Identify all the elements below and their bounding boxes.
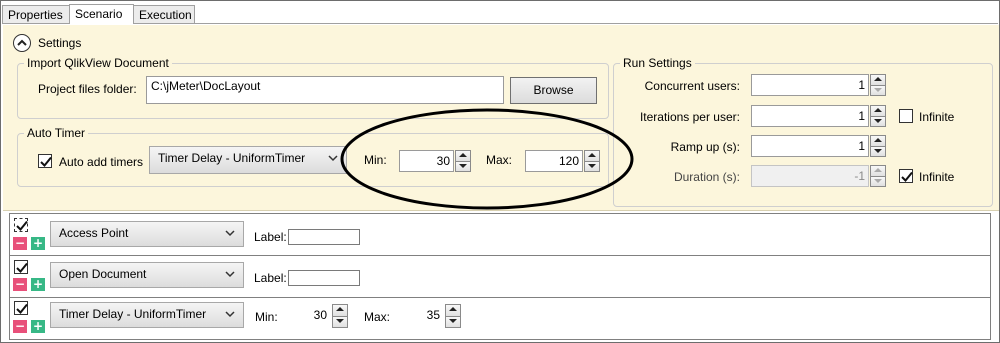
- remove-action-button[interactable]: −: [13, 320, 27, 333]
- auto-timer-type-dropdown[interactable]: Timer Delay - UniformTimer: [149, 146, 347, 174]
- action-row-open-document: − + Open Document Label:: [9, 255, 991, 298]
- iterations-infinite-label: Infinite: [919, 110, 955, 124]
- tab-execution[interactable]: Execution: [133, 5, 195, 23]
- remove-action-button[interactable]: −: [13, 237, 27, 250]
- auto-add-timers-label: Auto add timers: [59, 155, 144, 169]
- spin-up-icon[interactable]: [870, 135, 886, 147]
- chevron-down-icon: [225, 230, 235, 237]
- action-type-dropdown[interactable]: Timer Delay - UniformTimer: [50, 302, 244, 328]
- action-min-input[interactable]: 30: [278, 304, 330, 328]
- spin-up-icon[interactable]: [584, 150, 600, 162]
- add-action-button[interactable]: +: [31, 237, 45, 250]
- checkmark-icon: [16, 220, 28, 231]
- spin-up-icon[interactable]: [445, 304, 461, 317]
- browse-button[interactable]: Browse: [510, 77, 597, 104]
- duration-infinite-label: Infinite: [919, 170, 955, 184]
- action-max-input[interactable]: 35: [391, 304, 443, 328]
- project-folder-input[interactable]: C:\jMeter\DocLayout: [146, 76, 504, 104]
- chevron-down-icon: [328, 155, 338, 162]
- spin-up-icon[interactable]: [870, 74, 886, 86]
- auto-timer-max-spinner[interactable]: [584, 150, 600, 172]
- action-type-value: Access Point: [59, 226, 129, 240]
- action-label-input[interactable]: [288, 270, 360, 286]
- iterations-per-user-spinner[interactable]: [870, 105, 886, 127]
- action-checkbox[interactable]: [14, 301, 28, 315]
- action-label-caption: Label:: [254, 230, 287, 244]
- settings-label: Settings: [38, 36, 82, 50]
- checkmark-icon: [901, 171, 913, 182]
- auto-timer-max-input[interactable]: 120: [525, 150, 583, 172]
- action-label-caption: Label:: [254, 271, 287, 285]
- concurrent-users-label: Concurrent users:: [644, 79, 740, 93]
- checkmark-icon: [16, 262, 28, 273]
- spin-up-icon: [870, 165, 886, 177]
- auto-timer-min-input[interactable]: 30: [399, 150, 454, 172]
- concurrent-users-input[interactable]: 1: [751, 74, 869, 96]
- duration-infinite-checkbox[interactable]: [899, 169, 913, 183]
- action-type-value: Open Document: [59, 267, 147, 281]
- auto-add-timers-checkbox[interactable]: [38, 154, 52, 168]
- chevron-up-circle-icon[interactable]: [13, 34, 31, 52]
- window-frame: Properties Scenario Execution Settings I…: [0, 0, 1000, 343]
- auto-timer-type-value: Timer Delay - UniformTimer: [158, 151, 306, 165]
- concurrent-users-spinner[interactable]: [870, 74, 886, 96]
- checkmark-icon: [16, 303, 28, 314]
- tab-scenario[interactable]: Scenario: [69, 4, 134, 24]
- action-row-timer-delay: − + Timer Delay - UniformTimer Min: 30 M…: [9, 297, 991, 340]
- remove-action-button[interactable]: −: [13, 278, 27, 291]
- import-group: Import QlikView Document Project files f…: [17, 56, 609, 119]
- action-row-access-point: − + Access Point Label:: [9, 213, 991, 256]
- action-type-dropdown[interactable]: Open Document: [50, 262, 244, 288]
- spin-up-icon[interactable]: [332, 304, 348, 317]
- action-min-label: Min:: [255, 310, 278, 324]
- spin-down-icon[interactable]: [870, 146, 886, 157]
- spin-up-icon[interactable]: [455, 150, 471, 162]
- spin-down-icon[interactable]: [332, 316, 348, 328]
- import-group-title: Import QlikView Document: [24, 56, 172, 70]
- auto-timer-group-title: Auto Timer: [24, 126, 89, 140]
- spin-down-icon[interactable]: [870, 85, 886, 96]
- duration-label: Duration (s):: [673, 170, 740, 184]
- iterations-infinite-checkbox[interactable]: [899, 109, 913, 123]
- auto-timer-max-label: Max:: [486, 153, 513, 167]
- auto-timer-group: Auto Timer Auto add timers Timer Delay -…: [17, 126, 609, 187]
- action-max-label: Max:: [364, 310, 391, 324]
- action-label-input[interactable]: [288, 229, 360, 245]
- settings-panel: Settings Import QlikView Document Projec…: [3, 25, 999, 211]
- duration-spinner: [870, 165, 886, 187]
- add-action-button[interactable]: +: [31, 278, 45, 291]
- ramp-up-spinner[interactable]: [870, 135, 886, 157]
- spin-down-icon: [870, 176, 886, 187]
- spin-down-icon[interactable]: [870, 116, 886, 127]
- chevron-down-icon: [225, 271, 235, 278]
- add-action-button[interactable]: +: [31, 320, 45, 333]
- spin-down-icon[interactable]: [455, 161, 471, 172]
- duration-input: -1: [751, 165, 869, 187]
- spin-up-icon[interactable]: [870, 105, 886, 117]
- auto-timer-min-spinner[interactable]: [455, 150, 471, 172]
- action-type-value: Timer Delay - UniformTimer: [59, 307, 207, 321]
- action-checkbox[interactable]: [14, 218, 28, 232]
- tab-properties[interactable]: Properties: [2, 5, 70, 23]
- spin-down-icon[interactable]: [445, 316, 461, 328]
- action-max-spinner[interactable]: [445, 304, 461, 328]
- action-type-dropdown[interactable]: Access Point: [50, 221, 244, 247]
- action-checkbox[interactable]: [14, 260, 28, 274]
- spin-down-icon[interactable]: [584, 161, 600, 172]
- auto-timer-min-label: Min:: [364, 153, 387, 167]
- iterations-per-user-label: Iterations per user:: [639, 110, 740, 124]
- tab-divider: [2, 23, 998, 24]
- run-settings-title: Run Settings: [620, 56, 695, 70]
- action-min-spinner[interactable]: [332, 304, 348, 328]
- iterations-per-user-input[interactable]: 1: [751, 105, 869, 127]
- run-settings-group: Run Settings Concurrent users: 1 Iterati…: [613, 56, 993, 207]
- chevron-down-icon: [225, 311, 235, 318]
- project-folder-label: Project files folder:: [38, 82, 137, 96]
- ramp-up-input[interactable]: 1: [751, 135, 869, 157]
- checkmark-icon: [40, 156, 52, 167]
- ramp-up-label: Ramp up (s):: [670, 140, 740, 154]
